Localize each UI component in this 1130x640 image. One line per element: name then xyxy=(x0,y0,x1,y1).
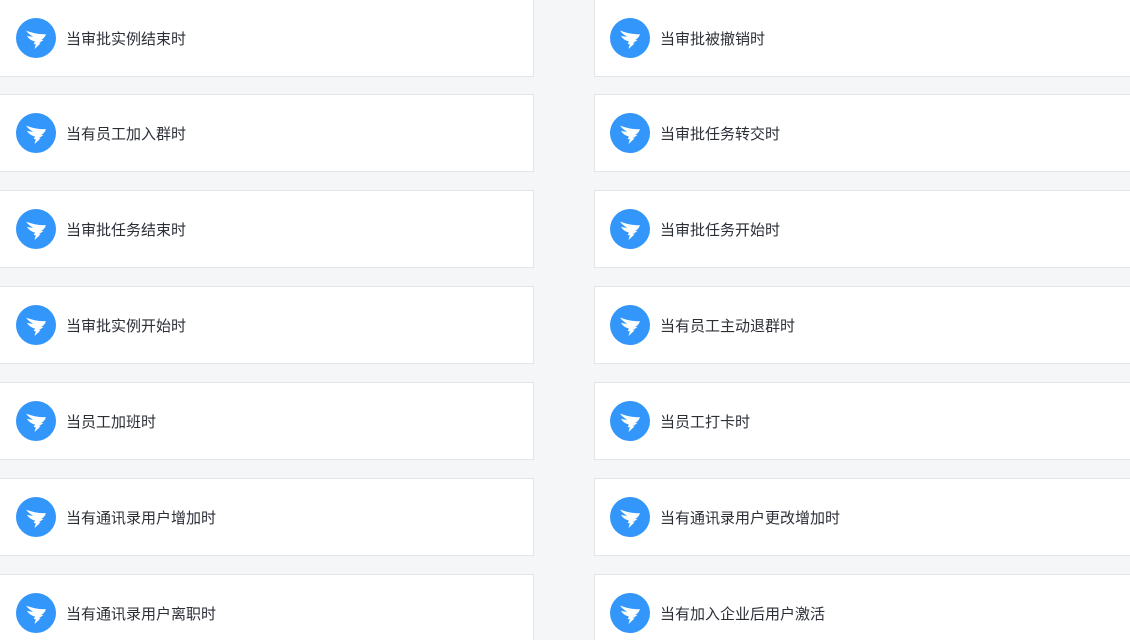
dingtalk-logo-icon xyxy=(610,305,650,345)
trigger-label: 当有通讯录用户更改增加时 xyxy=(660,508,841,527)
trigger-card[interactable]: 当有通讯录用户增加时 xyxy=(0,478,534,556)
trigger-card[interactable]: 当审批被撤销时 xyxy=(594,0,1130,77)
trigger-card[interactable]: 当审批实例开始时 xyxy=(0,286,534,364)
dingtalk-logo-icon xyxy=(610,593,650,633)
trigger-card[interactable]: 当有员工加入群时 xyxy=(0,94,534,172)
trigger-card[interactable]: 当审批任务转交时 xyxy=(594,94,1130,172)
trigger-label: 当有员工加入群时 xyxy=(66,124,187,143)
dingtalk-logo-icon xyxy=(16,305,56,345)
trigger-label: 当审批实例开始时 xyxy=(66,316,187,335)
dingtalk-logo-icon xyxy=(16,593,56,633)
trigger-card[interactable]: 当有通讯录用户更改增加时 xyxy=(594,478,1130,556)
dingtalk-logo-icon xyxy=(16,18,56,58)
trigger-label: 当员工加班时 xyxy=(66,412,157,431)
dingtalk-logo-icon xyxy=(610,209,650,249)
trigger-label: 当员工打卡时 xyxy=(660,412,751,431)
dingtalk-logo-icon xyxy=(610,401,650,441)
trigger-card[interactable]: 当员工打卡时 xyxy=(594,382,1130,460)
trigger-label: 当有通讯录用户离职时 xyxy=(66,604,217,623)
dingtalk-logo-icon xyxy=(16,113,56,153)
dingtalk-logo-icon xyxy=(610,18,650,58)
trigger-label: 当审批被撤销时 xyxy=(660,29,766,48)
trigger-card[interactable]: 当有员工主动退群时 xyxy=(594,286,1130,364)
trigger-card[interactable]: 当员工加班时 xyxy=(0,382,534,460)
trigger-card[interactable]: 当审批任务结束时 xyxy=(0,190,534,268)
trigger-label: 当审批任务开始时 xyxy=(660,220,781,239)
trigger-card[interactable]: 当有加入企业后用户激活 xyxy=(594,574,1130,640)
trigger-card[interactable]: 当有通讯录用户离职时 xyxy=(0,574,534,640)
trigger-label: 当审批任务转交时 xyxy=(660,124,781,143)
dingtalk-logo-icon xyxy=(16,497,56,537)
trigger-label: 当有员工主动退群时 xyxy=(660,316,796,335)
dingtalk-logo-icon xyxy=(610,497,650,537)
trigger-grid: 当审批实例结束时 当有员工加入群时 当审批任务结束时 当审批实例开始时 当员工加班时当有… xyxy=(0,0,1130,640)
dingtalk-logo-icon xyxy=(610,113,650,153)
dingtalk-logo-icon xyxy=(16,401,56,441)
dingtalk-logo-icon xyxy=(16,209,56,249)
trigger-label: 当有通讯录用户增加时 xyxy=(66,508,217,527)
trigger-label: 当审批实例结束时 xyxy=(66,29,187,48)
trigger-card[interactable]: 当审批任务开始时 xyxy=(594,190,1130,268)
trigger-label: 当有加入企业后用户激活 xyxy=(660,604,826,623)
trigger-card[interactable]: 当审批实例结束时 xyxy=(0,0,534,77)
trigger-label: 当审批任务结束时 xyxy=(66,220,187,239)
